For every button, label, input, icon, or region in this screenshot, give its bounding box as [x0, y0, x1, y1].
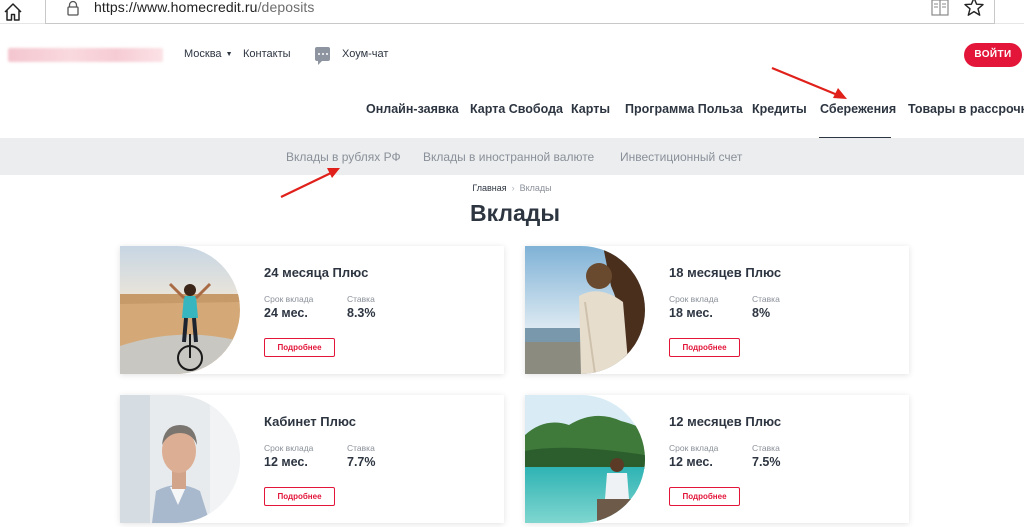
nav-item-installments[interactable]: Товары в рассрочку	[908, 102, 1024, 116]
nav-item-cards[interactable]: Карты	[571, 102, 610, 116]
breadcrumb-separator-icon: ›	[511, 183, 515, 193]
term-value: 12 мес.	[669, 455, 713, 469]
home-icon[interactable]	[2, 1, 24, 23]
breadcrumb-current: Вклады	[519, 183, 552, 193]
nav-item-polza-program[interactable]: Программа Польза	[625, 102, 743, 116]
term-value: 24 мес.	[264, 306, 308, 320]
rate-value: 8%	[752, 306, 771, 320]
rate-label: Ставка	[347, 294, 375, 304]
browser-toolbar: https://www.homecredit.ru/deposits	[0, 0, 1024, 24]
card-title: 12 месяцев Плюс	[669, 414, 782, 429]
contacts-link[interactable]: Контакты	[243, 48, 291, 60]
login-button[interactable]: ВОЙТИ	[964, 43, 1022, 67]
nav-item-savings[interactable]: Сбережения	[820, 102, 896, 116]
main-navigation: Онлайн-заявка Карта Свобода Карты Програ…	[0, 84, 1024, 138]
rate-value: 7.5%	[752, 455, 781, 469]
chat-icon[interactable]	[315, 47, 330, 65]
subnav-investment-account[interactable]: Инвестиционный счет	[620, 150, 742, 164]
term-label: Срок вклада	[264, 443, 314, 453]
term-label: Срок вклада	[264, 294, 314, 304]
card-title: 24 месяца Плюс	[264, 265, 369, 280]
lock-icon	[67, 0, 79, 16]
deposit-photo-lagoon	[525, 395, 645, 523]
city-selector[interactable]: Москва ▼	[184, 48, 233, 60]
rate-label: Ставка	[752, 294, 780, 304]
breadcrumb-home[interactable]: Главная	[472, 183, 506, 193]
deposit-card-12-months[interactable]: 12 месяцев Плюс Срок вклада Ставка 12 ме…	[525, 395, 909, 523]
card-title: 18 месяцев Плюс	[669, 265, 782, 280]
details-button[interactable]: Подробнее	[264, 487, 335, 506]
city-label: Москва	[184, 48, 222, 60]
rate-value: 7.7%	[347, 455, 376, 469]
nav-item-online-application[interactable]: Онлайн-заявка	[366, 102, 459, 116]
home-chat-link[interactable]: Хоум-чат	[342, 48, 388, 60]
page-title: Вклады	[469, 200, 561, 226]
card-title: Кабинет Плюс	[264, 414, 356, 429]
subnav-rub-deposits[interactable]: Вклады в рублях РФ	[286, 150, 401, 164]
term-label: Срок вклада	[669, 294, 719, 304]
subnav-foreign-currency-deposits[interactable]: Вклады в иностранной валюте	[423, 150, 594, 164]
favorite-star-icon[interactable]	[963, 0, 985, 18]
deposit-photo-cyclist	[120, 246, 240, 374]
details-button[interactable]: Подробнее	[264, 338, 335, 357]
deposit-card-cabinet-plus[interactable]: Кабинет Плюс Срок вклада Ставка 12 мес. …	[120, 395, 504, 523]
site-logo[interactable]	[8, 48, 163, 62]
rate-label: Ставка	[752, 443, 780, 453]
deposit-photo-seaside	[525, 246, 645, 374]
term-label: Срок вклада	[669, 443, 719, 453]
term-value: 18 мес.	[669, 306, 713, 320]
address-bar[interactable]: https://www.homecredit.ru/deposits	[45, 0, 995, 24]
term-value: 12 мес.	[264, 455, 308, 469]
deposit-photo-businessman	[120, 395, 240, 523]
breadcrumb: Главная › Вклады	[0, 183, 1024, 193]
url-text: https://www.homecredit.ru/deposits	[94, 0, 315, 15]
rate-label: Ставка	[347, 443, 375, 453]
rate-value: 8.3%	[347, 306, 376, 320]
reader-view-icon[interactable]	[931, 0, 949, 16]
details-button[interactable]: Подробнее	[669, 338, 740, 357]
site-header: Москва ▼ Контакты Хоум-чат ВОЙТИ	[0, 24, 1024, 84]
url-host: https://www.homecredit.ru	[94, 0, 258, 15]
details-button[interactable]: Подробнее	[669, 487, 740, 506]
deposit-card-18-months[interactable]: 18 месяцев Плюс Срок вклада Ставка 18 ме…	[525, 246, 909, 374]
nav-item-svoboda-card[interactable]: Карта Свобода	[470, 102, 563, 116]
caret-down-icon: ▼	[225, 51, 233, 58]
nav-item-credits[interactable]: Кредиты	[752, 102, 807, 116]
url-path: /deposits	[257, 0, 315, 15]
deposit-card-24-months[interactable]: 24 месяца Плюс Срок вклада Ставка 24 мес…	[120, 246, 504, 374]
sub-navigation: Вклады в рублях РФ Вклады в иностранной …	[0, 138, 1024, 175]
